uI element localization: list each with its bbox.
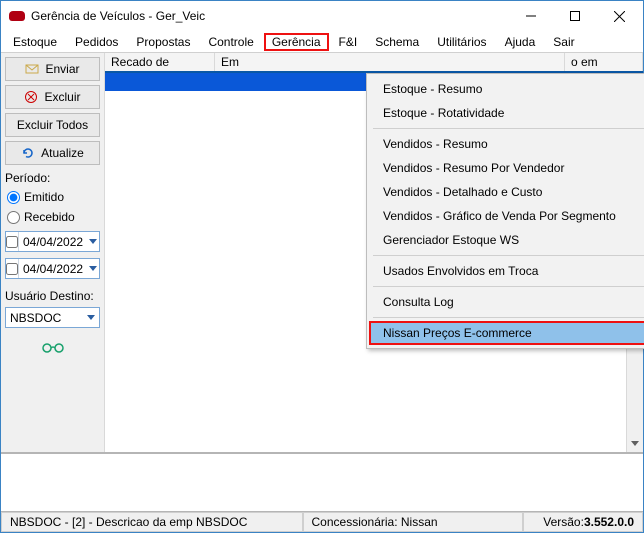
menu-separator xyxy=(373,286,644,287)
menuitem-vendidos-detalhado-e-custo[interactable]: Vendidos - Detalhado e Custo xyxy=(369,180,644,204)
usuario-combo[interactable]: NBSDOC xyxy=(5,307,100,328)
date-from-value: 04/04/2022 xyxy=(19,235,87,249)
menuitem-nissan-pre-os-e-commerce[interactable]: Nissan Preços E-commerce xyxy=(369,321,644,345)
menu-estoque[interactable]: Estoque xyxy=(5,33,65,51)
col-o-em[interactable]: o em xyxy=(565,53,643,71)
main-area: Recado de Em o em Estoque - ResumoEstoqu… xyxy=(105,53,643,452)
minimize-button[interactable] xyxy=(509,2,553,30)
excluir-todos-label: Excluir Todos xyxy=(17,118,88,132)
excluir-button[interactable]: Excluir xyxy=(5,85,100,109)
menu-separator xyxy=(373,255,644,256)
app-window: Gerência de Veículos - Ger_Veic EstoqueP… xyxy=(0,0,644,533)
status-right: Versão: 3.552.0.0 xyxy=(523,512,643,532)
menu-separator xyxy=(373,317,644,318)
app-icon xyxy=(9,11,25,21)
chevron-down-icon xyxy=(89,239,97,244)
atualize-button[interactable]: Atualize xyxy=(5,141,100,165)
radio-recebido-input[interactable] xyxy=(7,211,20,224)
date-to-dropdown[interactable] xyxy=(87,259,99,278)
titlebar: Gerência de Veículos - Ger_Veic xyxy=(1,1,643,31)
usuario-label: Usuário Destino: xyxy=(5,289,100,303)
col-em[interactable]: Em xyxy=(215,53,565,71)
radio-recebido[interactable]: Recebido xyxy=(5,209,100,225)
gerencia-dropdown: Estoque - ResumoEstoque - Rotatividade Ve… xyxy=(366,73,644,349)
atualize-label: Atualize xyxy=(41,146,84,160)
grid-headers: Recado de Em o em xyxy=(105,53,643,73)
menuitem-gerenciador-estoque-ws[interactable]: Gerenciador Estoque WS xyxy=(369,228,644,252)
menu-utilit-rios[interactable]: Utilitários xyxy=(429,33,494,51)
menu-ajuda[interactable]: Ajuda xyxy=(497,33,544,51)
radio-emitido[interactable]: Emitido xyxy=(5,189,100,205)
body: Enviar Excluir Excluir Todos Atualize Pe… xyxy=(1,53,643,452)
radio-recebido-label: Recebido xyxy=(24,210,75,224)
chevron-down-icon xyxy=(87,315,95,320)
menu-ger-ncia[interactable]: Gerência xyxy=(264,33,329,51)
date-from-check[interactable] xyxy=(6,232,19,251)
menuitem-estoque-resumo[interactable]: Estoque - Resumo xyxy=(369,77,644,101)
col-recado-de[interactable]: Recado de xyxy=(105,53,215,71)
mail-icon xyxy=(25,62,39,76)
lower-panel xyxy=(1,452,643,512)
menuitem-consulta-log[interactable]: Consulta Log xyxy=(369,290,644,314)
refresh-icon xyxy=(21,146,35,160)
sidebar: Enviar Excluir Excluir Todos Atualize Pe… xyxy=(1,53,105,452)
menuitem-vendidos-gr-fico-de-venda-por-segmento[interactable]: Vendidos - Gráfico de Venda Por Segmento xyxy=(369,204,644,228)
periodo-label: Período: xyxy=(5,171,100,185)
chevron-down-icon xyxy=(631,441,639,446)
usuario-value: NBSDOC xyxy=(6,311,83,325)
glasses-icon[interactable] xyxy=(5,340,100,357)
chevron-down-icon xyxy=(89,266,97,271)
menu-schema[interactable]: Schema xyxy=(367,33,427,51)
status-left: NBSDOC - [2] - Descricao da emp NBSDOC xyxy=(1,512,303,532)
menubar: EstoquePedidosPropostasControleGerênciaF… xyxy=(1,31,643,53)
date-to-checkbox[interactable] xyxy=(6,263,18,275)
menu-pedidos[interactable]: Pedidos xyxy=(67,33,126,51)
menu-separator xyxy=(373,128,644,129)
date-from-dropdown[interactable] xyxy=(87,232,99,251)
radio-emitido-input[interactable] xyxy=(7,191,20,204)
scroll-down-button[interactable] xyxy=(627,435,643,452)
maximize-button[interactable] xyxy=(553,2,597,30)
menuitem-estoque-rotatividade[interactable]: Estoque - Rotatividade xyxy=(369,101,644,125)
excluir-todos-button[interactable]: Excluir Todos xyxy=(5,113,100,137)
menu-f-i[interactable]: F&I xyxy=(331,33,366,51)
menu-controle[interactable]: Controle xyxy=(200,33,261,51)
menuitem-vendidos-resumo[interactable]: Vendidos - Resumo xyxy=(369,132,644,156)
status-center: Concessionária: Nissan xyxy=(303,512,524,532)
status-bar: NBSDOC - [2] - Descricao da emp NBSDOC C… xyxy=(1,512,643,532)
date-to[interactable]: 04/04/2022 xyxy=(5,258,100,279)
menu-propostas[interactable]: Propostas xyxy=(128,33,198,51)
close-button[interactable] xyxy=(597,2,641,30)
menu-sair[interactable]: Sair xyxy=(545,33,582,51)
usuario-dropdown[interactable] xyxy=(83,308,99,327)
date-from-checkbox[interactable] xyxy=(6,236,18,248)
menuitem-vendidos-resumo-por-vendedor[interactable]: Vendidos - Resumo Por Vendedor xyxy=(369,156,644,180)
date-to-check[interactable] xyxy=(6,259,19,278)
window-title: Gerência de Veículos - Ger_Veic xyxy=(31,9,509,23)
menuitem-usados-envolvidos-em-troca[interactable]: Usados Envolvidos em Troca xyxy=(369,259,644,283)
delete-icon xyxy=(24,90,38,104)
enviar-button[interactable]: Enviar xyxy=(5,57,100,81)
grid-body[interactable]: Estoque - ResumoEstoque - Rotatividade Ve… xyxy=(105,73,643,452)
radio-emitido-label: Emitido xyxy=(24,190,64,204)
enviar-label: Enviar xyxy=(45,62,79,76)
date-from[interactable]: 04/04/2022 xyxy=(5,231,100,252)
excluir-label: Excluir xyxy=(44,90,80,104)
date-to-value: 04/04/2022 xyxy=(19,262,87,276)
